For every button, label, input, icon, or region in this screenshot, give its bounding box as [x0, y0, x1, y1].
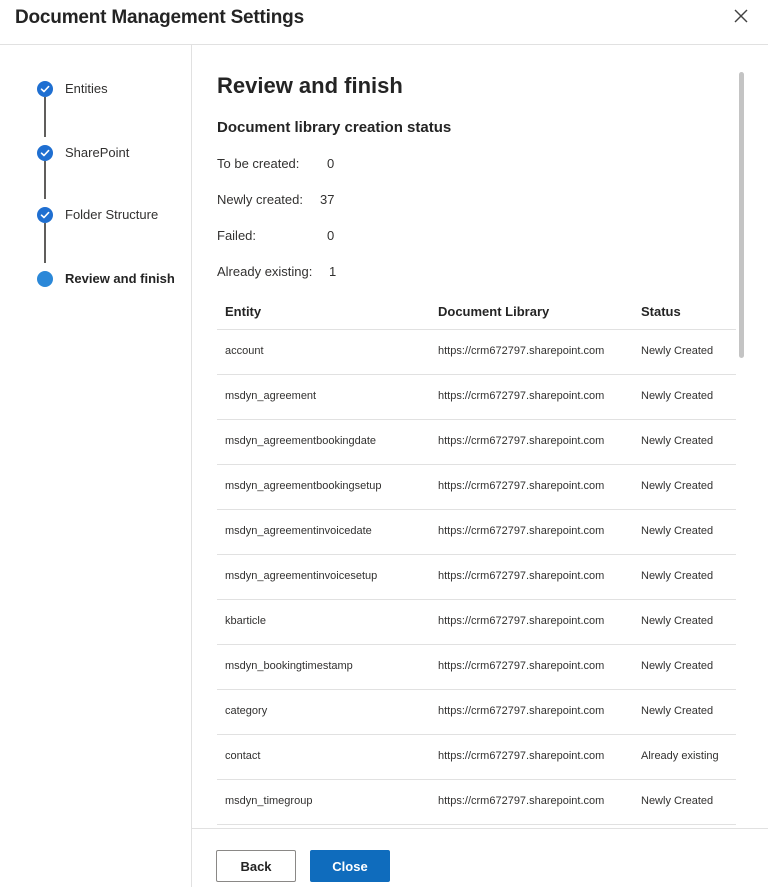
- table-row[interactable]: msdyn_agreementbookingsetup https://crm6…: [217, 465, 736, 510]
- stat-failed: Failed: 0: [217, 228, 334, 243]
- cell-status: Newly Created: [641, 660, 714, 672]
- close-button[interactable]: Close: [310, 850, 390, 882]
- close-icon[interactable]: [732, 7, 750, 25]
- cell-status: Newly Created: [641, 705, 714, 717]
- cell-document-library: https://crm672797.sharepoint.com: [438, 660, 605, 672]
- cell-status: Newly Created: [641, 615, 714, 627]
- document-management-dialog: Document Management Settings Entities Sh…: [0, 0, 768, 887]
- cell-entity: category: [225, 705, 268, 717]
- back-button[interactable]: Back: [216, 850, 296, 882]
- checkmark-icon: [37, 207, 53, 223]
- table-row[interactable]: msdyn_agreementbookingdate https://crm67…: [217, 420, 736, 465]
- cell-document-library: https://crm672797.sharepoint.com: [438, 435, 605, 447]
- cell-status: Newly Created: [641, 390, 714, 402]
- stat-label: Newly created:: [217, 192, 303, 207]
- stat-value: 37: [320, 192, 335, 207]
- column-header-entity[interactable]: Entity: [225, 304, 261, 319]
- cell-entity: msdyn_agreementbookingsetup: [225, 480, 382, 492]
- checkmark-icon: [37, 81, 53, 97]
- cell-document-library: https://crm672797.sharepoint.com: [438, 480, 605, 492]
- document-library-table: Entity Document Library Status account h…: [217, 297, 736, 825]
- table-header: Entity Document Library Status: [217, 297, 736, 330]
- step-label: Review and finish: [65, 271, 175, 286]
- step-connector-line: [44, 161, 46, 199]
- table-row[interactable]: msdyn_agreementinvoicedate https://crm67…: [217, 510, 736, 555]
- cell-document-library: https://crm672797.sharepoint.com: [438, 705, 605, 717]
- scrollbar-thumb[interactable]: [739, 72, 744, 358]
- table-row[interactable]: msdyn_agreementinvoicesetup https://crm6…: [217, 555, 736, 600]
- cell-status: Newly Created: [641, 525, 714, 537]
- table-row[interactable]: msdyn_bookingtimestamp https://crm672797…: [217, 645, 736, 690]
- stat-value: 0: [327, 156, 335, 171]
- section-subtitle: Document library creation status: [217, 119, 452, 136]
- table-row[interactable]: contact https://crm672797.sharepoint.com…: [217, 735, 736, 780]
- table-row[interactable]: account https://crm672797.sharepoint.com…: [217, 330, 736, 375]
- stat-to-be-created: To be created: 0: [217, 156, 334, 171]
- dialog-footer: Back Close: [192, 828, 768, 887]
- cell-status: Newly Created: [641, 435, 714, 447]
- content-scrollbar[interactable]: [739, 72, 747, 358]
- cell-entity: msdyn_timegroup: [225, 795, 313, 807]
- step-label: Folder Structure: [65, 207, 159, 222]
- current-step-dot-icon: [37, 271, 53, 287]
- step-connector-line: [44, 223, 46, 263]
- table-row[interactable]: msdyn_agreement https://crm672797.sharep…: [217, 375, 736, 420]
- step-connector-line: [44, 97, 46, 137]
- cell-entity: msdyn_agreementbookingdate: [225, 435, 377, 447]
- cell-entity: msdyn_bookingtimestamp: [225, 660, 353, 672]
- step-label: Entities: [65, 81, 108, 96]
- stat-label: Failed:: [217, 228, 257, 243]
- dialog-title: Document Management Settings: [15, 7, 304, 28]
- dialog-header: Document Management Settings: [0, 0, 768, 45]
- stat-value: 0: [327, 228, 335, 243]
- column-header-status[interactable]: Status: [641, 304, 681, 319]
- cell-entity: msdyn_agreementinvoicedate: [225, 525, 372, 537]
- column-header-document-library[interactable]: Document Library: [438, 304, 549, 319]
- cell-document-library: https://crm672797.sharepoint.com: [438, 795, 605, 807]
- cell-status: Newly Created: [641, 795, 714, 807]
- checkmark-icon: [37, 145, 53, 161]
- table-row[interactable]: category https://crm672797.sharepoint.co…: [217, 690, 736, 735]
- stat-label: Already existing:: [217, 264, 313, 279]
- cell-status: Newly Created: [641, 480, 714, 492]
- stat-label: To be created:: [217, 156, 300, 171]
- cell-status: Newly Created: [641, 570, 714, 582]
- cell-status: Already existing: [641, 750, 719, 762]
- page-title: Review and finish: [217, 73, 403, 98]
- wizard-steps-sidebar: Entities SharePoint Folder Structure Rev…: [0, 45, 192, 887]
- cell-document-library: https://crm672797.sharepoint.com: [438, 750, 605, 762]
- cell-entity: contact: [225, 750, 261, 762]
- cell-document-library: https://crm672797.sharepoint.com: [438, 570, 605, 582]
- cell-entity: kbarticle: [225, 615, 266, 627]
- cell-document-library: https://crm672797.sharepoint.com: [438, 345, 605, 357]
- cell-entity: msdyn_agreementinvoicesetup: [225, 570, 378, 582]
- cell-status: Newly Created: [641, 345, 714, 357]
- table-row[interactable]: kbarticle https://crm672797.sharepoint.c…: [217, 600, 736, 645]
- cell-document-library: https://crm672797.sharepoint.com: [438, 615, 605, 627]
- stat-already-existing: Already existing: 1: [217, 264, 336, 279]
- stat-newly-created: Newly created: 37: [217, 192, 334, 207]
- cell-entity: account: [225, 345, 264, 357]
- cell-document-library: https://crm672797.sharepoint.com: [438, 390, 605, 402]
- step-label: SharePoint: [65, 145, 130, 160]
- stat-value: 1: [329, 264, 337, 279]
- review-content-pane: Review and finish Document library creat…: [192, 45, 768, 828]
- cell-entity: msdyn_agreement: [225, 390, 317, 402]
- cell-document-library: https://crm672797.sharepoint.com: [438, 525, 605, 537]
- table-row[interactable]: msdyn_timegroup https://crm672797.sharep…: [217, 780, 736, 825]
